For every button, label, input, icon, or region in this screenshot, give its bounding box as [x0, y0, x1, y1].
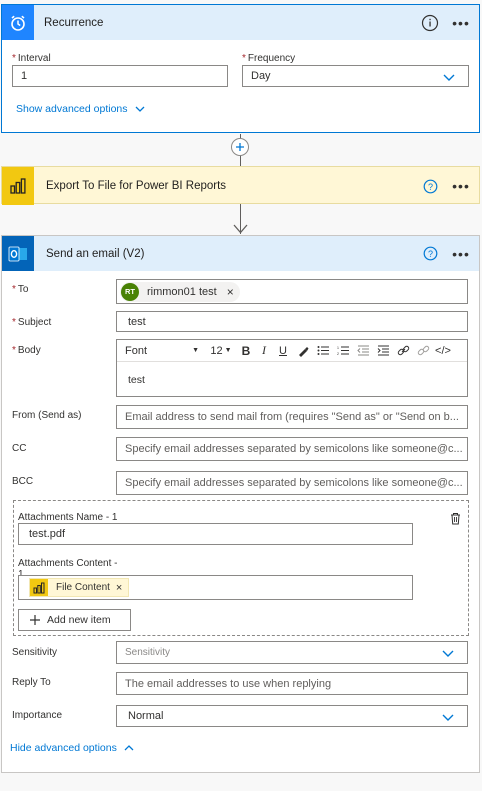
attachment-name-label: Attachments Name - 1 [18, 512, 118, 523]
frequency-label: * Frequency [242, 53, 296, 64]
cc-label: CC [12, 443, 27, 454]
add-step-plus-icon[interactable] [231, 138, 249, 156]
power-bi-icon [30, 579, 48, 596]
avatar: RT [121, 282, 139, 301]
sensitivity-label: Sensitivity [12, 647, 58, 658]
plus-icon [30, 615, 40, 625]
chevron-down-icon [442, 714, 454, 721]
bulleted-list-icon[interactable] [313, 341, 333, 361]
help-icon[interactable]: ? [421, 177, 439, 195]
svg-text:1: 1 [337, 346, 339, 350]
chevron-down-icon [135, 106, 144, 112]
subject-label: * Subject [12, 317, 52, 328]
reply-to-input[interactable]: The email addresses to use when replying [116, 672, 468, 695]
font-family-select[interactable]: Font ▼ [117, 341, 205, 361]
send-email-title: Send an email (V2) [46, 247, 145, 260]
svg-text:?: ? [427, 181, 432, 191]
chevron-up-icon [124, 745, 134, 751]
body-editor[interactable]: Font ▼ 12 ▼ B I U 12 </> test [116, 339, 468, 397]
chevron-down-icon [442, 650, 454, 657]
svg-text:?: ? [427, 249, 432, 259]
chevron-down-icon [443, 74, 455, 81]
more-options-icon[interactable]: ••• [447, 13, 475, 33]
svg-text:2: 2 [337, 352, 339, 356]
recurrence-title: Recurrence [44, 16, 104, 29]
remove-token-icon[interactable]: × [116, 582, 122, 594]
interval-label: * Interval [12, 53, 51, 64]
show-advanced-options-link[interactable]: Show advanced options [16, 103, 146, 115]
increase-indent-icon[interactable] [373, 341, 393, 361]
attachment-name-input[interactable]: test.pdf [18, 523, 413, 545]
importance-label: Importance [12, 710, 63, 721]
help-icon[interactable]: ? [421, 245, 439, 263]
code-view-icon[interactable]: </> [433, 341, 453, 361]
outlook-icon [2, 236, 34, 271]
frequency-select[interactable]: Day [242, 65, 469, 87]
recipient-chip[interactable]: RT rimmon01 test × [120, 281, 240, 302]
info-icon[interactable] [421, 14, 439, 32]
decrease-indent-icon[interactable] [353, 341, 373, 361]
export-title: Export To File for Power BI Reports [46, 180, 227, 192]
to-label: * To [12, 284, 29, 295]
hide-advanced-options-link[interactable]: Hide advanced options [10, 742, 135, 754]
arrow-down-icon [233, 224, 248, 234]
alarm-clock-icon [2, 5, 34, 40]
power-bi-icon [2, 167, 34, 205]
subject-input[interactable]: test [116, 311, 468, 332]
body-label: * Body [12, 345, 41, 356]
more-options-icon[interactable]: ••• [447, 244, 475, 264]
attachment-content-input[interactable]: File Content × [18, 575, 413, 600]
numbered-list-icon[interactable]: 12 [333, 341, 353, 361]
italic-icon[interactable]: I [255, 341, 273, 361]
recipient-name: rimmon01 test [147, 285, 217, 298]
remove-recipient-icon[interactable]: × [227, 285, 234, 299]
unlink-icon[interactable] [413, 341, 433, 361]
recurrence-card: Recurrence ••• * Interval 1 * Frequency Da… [1, 4, 480, 133]
more-options-icon[interactable]: ••• [447, 176, 475, 196]
bold-icon[interactable]: B [237, 341, 255, 361]
dynamic-content-token[interactable]: File Content × [29, 578, 130, 597]
send-email-header[interactable]: Send an email (V2) ? ••• [1, 235, 480, 271]
recurrence-header[interactable]: Recurrence ••• [2, 5, 479, 40]
reply-to-label: Reply To [12, 677, 51, 688]
highlight-pen-icon[interactable] [293, 341, 313, 361]
cc-input[interactable]: Specify email addresses separated by sem… [116, 437, 468, 461]
export-to-file-card[interactable]: Export To File for Power BI Reports ? ••… [1, 166, 480, 205]
font-size-select[interactable]: 12 ▼ [205, 341, 237, 361]
bcc-label: BCC [12, 476, 34, 487]
delete-item-icon[interactable] [449, 512, 462, 525]
to-field[interactable]: RT rimmon01 test × [116, 279, 468, 304]
add-new-item-button[interactable]: Add new item [18, 609, 131, 631]
body-content[interactable]: test [117, 362, 467, 386]
interval-input[interactable]: 1 [12, 65, 228, 87]
importance-select[interactable]: Normal [116, 705, 468, 727]
token-label: File Content [56, 582, 110, 593]
rich-text-toolbar: Font ▼ 12 ▼ B I U 12 </> [117, 340, 467, 362]
bcc-input[interactable]: Specify email addresses separated by sem… [116, 471, 468, 495]
sensitivity-select[interactable]: Sensitivity [116, 641, 468, 664]
from-label: From (Send as) [12, 410, 82, 421]
link-icon[interactable] [393, 341, 413, 361]
underline-icon[interactable]: U [273, 341, 293, 361]
from-input[interactable]: Email address to send mail from (require… [116, 405, 468, 429]
